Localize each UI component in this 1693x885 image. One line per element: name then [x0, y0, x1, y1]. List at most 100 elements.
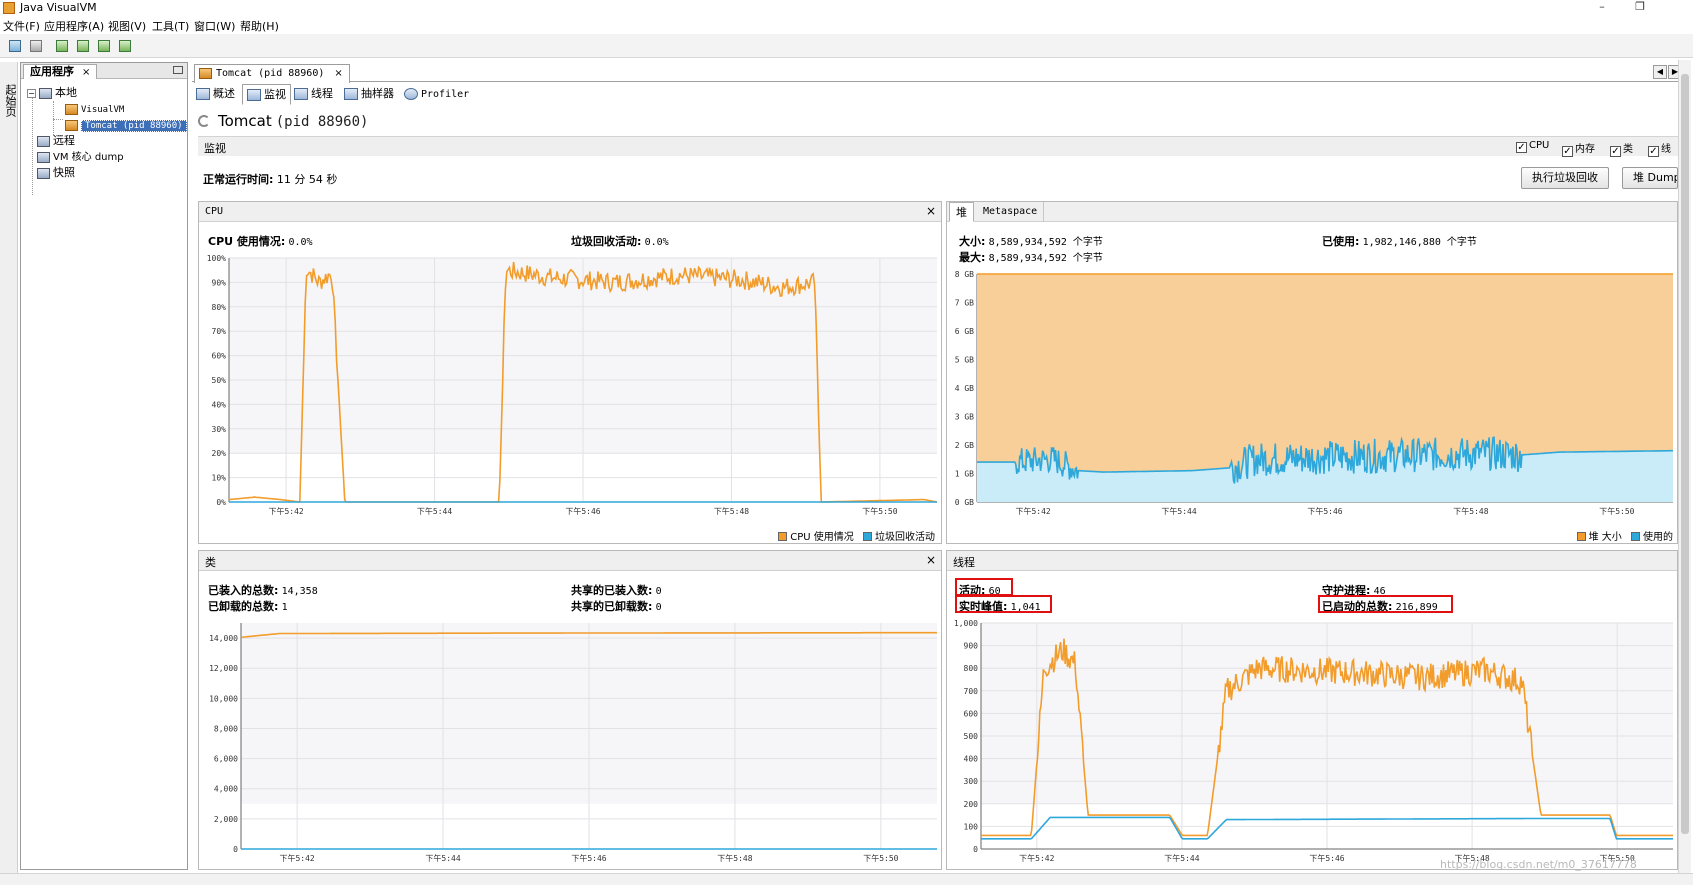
x-tick-label: 下午5:48 [717, 853, 752, 863]
uptime-value: 11 分 54 秒 [276, 173, 338, 186]
menu-help[interactable]: 帮助(H) [240, 18, 279, 34]
cpu-chart: 0% 10% 20% 30% 40% 50% 60% 70% 80% 90% 100% 下午5:42 下… [207, 254, 938, 516]
tab-heap[interactable]: 堆 [949, 202, 974, 222]
y-tick-label: 400 [964, 755, 979, 764]
window-title: Java VisualVM [20, 1, 97, 14]
heap-dump-toolbar-button[interactable] [53, 37, 71, 55]
y-tick-label: 6 GB [955, 327, 974, 336]
x-tick-label: 下午5:44 [417, 506, 452, 516]
scrollbar-thumb[interactable] [1681, 74, 1689, 834]
toolbar [0, 34, 1693, 58]
minimize-button[interactable]: – [1590, 0, 1614, 16]
tab-tomcat[interactable]: Tomcat (pid 88960) × [194, 64, 350, 83]
java-app-icon [65, 103, 78, 115]
heap-dump-button[interactable]: 堆 Dump [1622, 167, 1678, 189]
close-icon[interactable]: × [82, 67, 90, 78]
shared-loaded-label: 共享的已装入数: [571, 584, 653, 597]
x-tick-label: 下午5:50 [863, 853, 898, 863]
heap-dump-icon [56, 40, 68, 52]
perform-gc-button[interactable]: 执行垃圾回收 [1521, 167, 1609, 189]
start-page-strip[interactable]: 起始页 [0, 62, 18, 877]
tomcat-icon [199, 67, 212, 79]
overview-icon [196, 88, 210, 100]
applications-panel-header: 应用程序 × [21, 63, 187, 79]
legend-swatch [1631, 532, 1640, 541]
vertical-scrollbar[interactable] [1678, 60, 1691, 877]
checkmark-icon: ✓ [1610, 146, 1621, 157]
monitor-section-label: 监视 [204, 142, 226, 155]
horizontal-scrollbar[interactable] [0, 873, 1693, 885]
close-icon[interactable]: × [926, 204, 936, 218]
y-tick-label: 800 [964, 664, 979, 673]
y-tick-label: 7 GB [955, 299, 974, 308]
y-tick-label: 1,000 [954, 619, 978, 628]
y-tick-label: 10% [212, 474, 227, 483]
menu-file[interactable]: 文件(F) [3, 18, 40, 34]
applications-tab[interactable]: 应用程序 × [23, 64, 98, 79]
y-tick-label: 4 GB [955, 384, 974, 393]
heap-legend: 堆 大小 使用的 [1571, 528, 1673, 543]
tab-sampler[interactable]: 抽样器 [344, 84, 394, 105]
y-tick-label: 0 [973, 845, 978, 854]
y-tick-label: 0% [216, 498, 226, 507]
profiler-snapshot-toolbar-button[interactable] [116, 37, 134, 55]
tree-item-remote[interactable]: 远程 [37, 133, 75, 149]
heap-max-value: 8,589,934,592 个字节 [988, 253, 1103, 264]
tab-metaspace[interactable]: Metaspace [977, 202, 1045, 222]
checkbox-memory[interactable]: ✓ 内存 [1562, 140, 1595, 157]
snapshot-toolbar-button[interactable] [95, 37, 113, 55]
tab-profiler[interactable]: Profiler [404, 84, 469, 105]
tree-connector [53, 101, 54, 135]
menu-view[interactable]: 视图(V) [108, 18, 146, 34]
y-tick-label: 0 [233, 845, 238, 854]
tab-threads[interactable]: 线程 [294, 84, 333, 105]
y-tick-label: 8,000 [214, 724, 238, 733]
checkbox-cpu[interactable]: ✓ CPU [1516, 140, 1549, 153]
heap-panel-header: 堆 Metaspace [947, 202, 1677, 222]
close-icon[interactable]: × [926, 553, 936, 567]
snapshot-folder-icon [37, 167, 50, 179]
y-tick-label: 2,000 [214, 815, 238, 824]
close-icon[interactable]: × [334, 68, 342, 79]
applications-panel: 应用程序 × − 本地 VisualVM Tomcat (pid 88960) 远程… [20, 62, 188, 870]
classes-unloaded-value: 1 [281, 602, 288, 613]
x-tick-label: 下午5:44 [425, 853, 460, 863]
gc-activity-stat: 垃圾回收活动: 0.0% [571, 233, 669, 249]
classes-panel: 类 × 已装入的总数: 14,358 已卸载的总数: 1 共享的已装入数: 0 … [198, 550, 942, 870]
menu-window[interactable]: 窗口(W) [194, 18, 235, 34]
restore-button[interactable]: ❐ [1628, 0, 1652, 16]
tree-item-vm-coredump[interactable]: VM 核心 dump [37, 149, 124, 165]
tree-item-local[interactable]: − 本地 [27, 85, 77, 101]
minimize-panel-button[interactable] [173, 66, 183, 74]
scroll-left-icon[interactable]: ◀ [1653, 65, 1667, 79]
visualvm-app-icon [3, 2, 15, 14]
tree-item-snapshot[interactable]: 快照 [37, 165, 75, 181]
remote-host-icon [37, 135, 50, 147]
y-tick-label: 80% [212, 303, 227, 312]
thread-dump-toolbar-button[interactable] [74, 37, 92, 55]
y-tick-label: 8 GB [955, 270, 974, 279]
tree-item-local-label: 本地 [55, 86, 77, 99]
tree-item-visualvm[interactable]: VisualVM [65, 101, 124, 117]
menu-tools[interactable]: 工具(T) [152, 18, 189, 34]
classes-loaded-stat: 已装入的总数: 14,358 [208, 582, 318, 598]
y-tick-label: 30% [212, 425, 227, 434]
menu-applications[interactable]: 应用程序(A) [44, 18, 104, 34]
collapse-icon[interactable]: − [27, 88, 36, 98]
add-remote-host-button[interactable] [27, 37, 45, 55]
cpu-usage-stat: CPU 使用情况: 0.0% [208, 233, 313, 249]
checkbox-classes[interactable]: ✓ 类 [1610, 140, 1633, 157]
heap-used-label: 已使用: [1322, 235, 1360, 248]
thread-dump-icon [77, 40, 89, 52]
heap-used-stat: 已使用: 1,982,146,880 个字节 [1322, 233, 1477, 249]
x-tick-label: 下午5:42 [1019, 853, 1054, 863]
threads-icon [294, 88, 308, 100]
classes-chart: 0 2,000 4,000 6,000 8,000 10,000 12,000 14,000 下… [209, 623, 937, 863]
classes-loaded-value: 14,358 [281, 586, 318, 597]
checkbox-threads[interactable]: ✓ 线 [1648, 140, 1671, 157]
tree-item-tomcat[interactable]: Tomcat (pid 88960) [65, 117, 187, 133]
add-jmx-connection-button[interactable] [6, 37, 24, 55]
monitor-icon [9, 40, 21, 52]
tab-overview[interactable]: 概述 [196, 84, 235, 105]
tab-monitor[interactable]: 监视 [242, 84, 291, 105]
